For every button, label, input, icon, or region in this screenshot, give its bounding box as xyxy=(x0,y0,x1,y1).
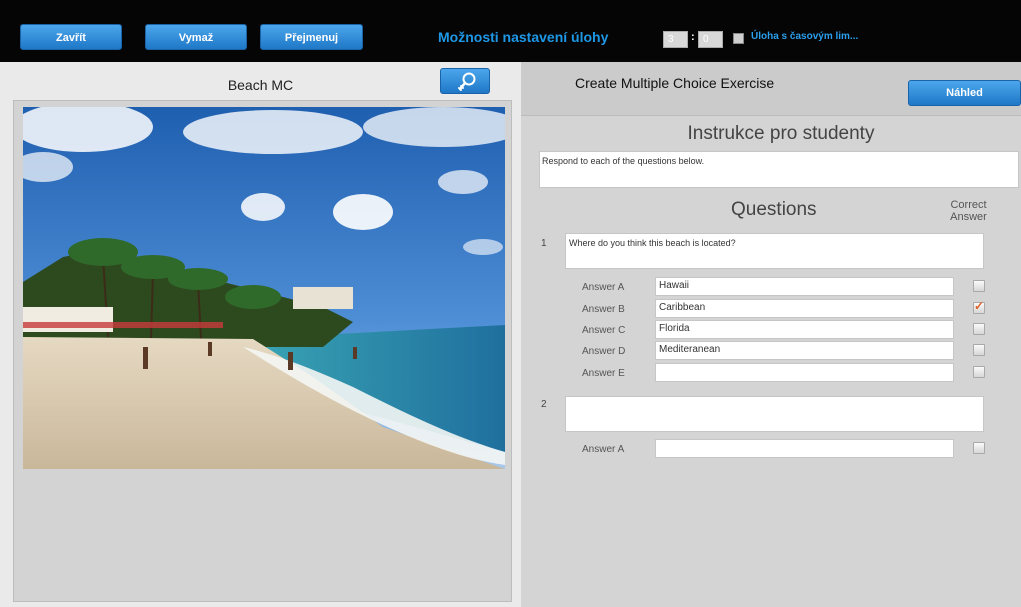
correct-answer-checkbox[interactable] xyxy=(973,280,985,292)
editor-pane: Create Multiple Choice Exercise Náhled I… xyxy=(521,62,1021,607)
answer-label: Answer D xyxy=(582,346,626,357)
answer-label: Answer B xyxy=(582,304,625,315)
rename-button[interactable]: Přejmenuj xyxy=(260,24,363,50)
question-input[interactable]: Where do you think this beach is located… xyxy=(565,233,984,269)
time-limit-checkbox[interactable] xyxy=(733,33,744,44)
correct-answer-checkbox[interactable] xyxy=(973,323,985,335)
answer-label: Answer A xyxy=(582,444,625,455)
answer-input[interactable] xyxy=(655,363,954,382)
correct-answer-checkbox[interactable] xyxy=(973,344,985,356)
image-frame xyxy=(13,100,512,602)
answer-input[interactable]: Hawaii xyxy=(655,277,954,296)
answer-label: Answer E xyxy=(582,368,625,379)
time-limit-label[interactable]: Úloha s časovým lim... xyxy=(751,31,858,42)
editor-header: Create Multiple Choice Exercise Náhled xyxy=(521,62,1021,116)
question-number: 1 xyxy=(541,238,547,249)
top-toolbar: Zavřít Vymaž Přejmenuj Možnosti nastaven… xyxy=(0,0,1021,62)
answer-input[interactable]: Florida xyxy=(655,320,954,339)
checkmark-icon: ✓ xyxy=(974,299,985,313)
answer-label: Answer C xyxy=(582,325,626,336)
editor-title: Create Multiple Choice Exercise xyxy=(575,75,775,91)
close-button[interactable]: Zavřít xyxy=(20,24,122,50)
time-minutes-input[interactable]: 3 xyxy=(663,31,688,48)
answer-input[interactable]: Caribbean xyxy=(655,299,954,318)
settings-title: Možnosti nastavení úlohy xyxy=(438,29,609,45)
questions-heading: Questions xyxy=(731,199,817,220)
answer-label: Answer A xyxy=(582,282,625,293)
correct-answer-checkbox[interactable]: ✓ xyxy=(973,299,985,314)
time-seconds-input[interactable]: 0 xyxy=(698,31,723,48)
preview-button[interactable]: Náhled xyxy=(908,80,1021,106)
time-separator: : xyxy=(691,31,695,43)
correct-answer-checkbox[interactable] xyxy=(973,442,985,454)
zoom-button[interactable] xyxy=(440,68,490,94)
question-input[interactable] xyxy=(565,396,984,432)
image-pane: Beach MC xyxy=(0,62,521,607)
answer-input[interactable]: Mediteranean xyxy=(655,341,954,360)
instructions-heading: Instrukce pro studenty xyxy=(687,123,875,144)
correct-answer-checkbox[interactable] xyxy=(973,366,985,378)
correct-answer-heading: Correct Answer xyxy=(950,199,987,223)
zoom-in-icon xyxy=(458,72,476,91)
instructions-input[interactable]: Respond to each of the questions below. xyxy=(539,151,1019,188)
answer-input[interactable] xyxy=(655,439,954,458)
delete-button[interactable]: Vymaž xyxy=(145,24,247,50)
question-number: 2 xyxy=(541,399,547,410)
beach-photo xyxy=(23,107,505,469)
